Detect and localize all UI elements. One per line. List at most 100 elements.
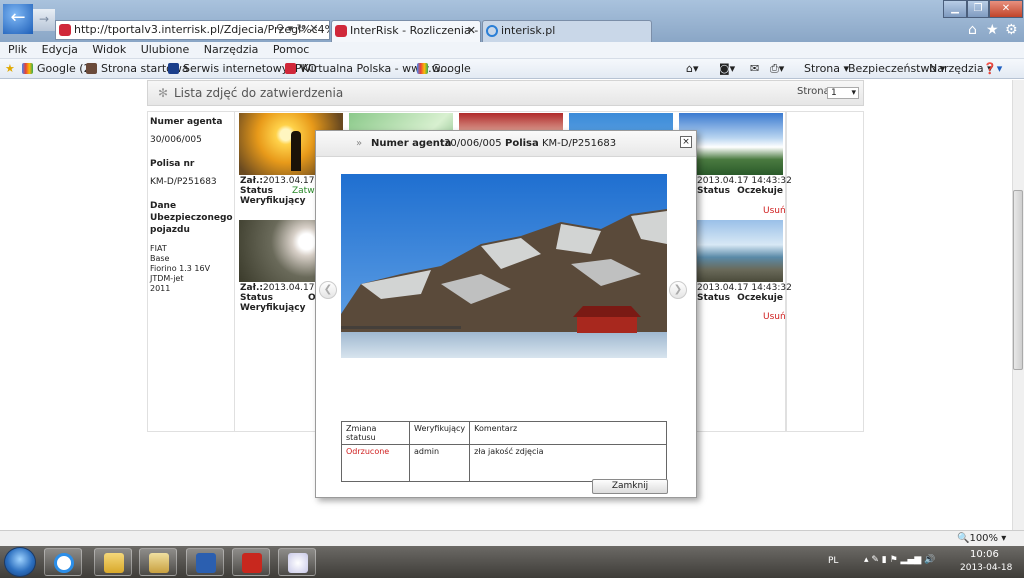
app-icon <box>149 553 169 573</box>
taskbar-word[interactable] <box>186 548 224 576</box>
agent-value: 30/006/005 <box>150 135 202 145</box>
dialog-close-icon[interactable]: × <box>680 136 692 148</box>
dialog-policy-label: Polisa <box>505 138 539 149</box>
menu-widok[interactable]: Widok <box>92 43 126 56</box>
page-header: ✻ Lista zdjęć do zatwierdzenia <box>147 80 864 106</box>
clock-date[interactable]: 2013-04-18 <box>960 563 1012 573</box>
back-button[interactable]: ← <box>3 4 33 34</box>
home-icon[interactable]: ⌂ <box>968 22 977 38</box>
language-indicator[interactable]: PL <box>828 556 838 566</box>
taskbar-app-3[interactable] <box>139 548 177 576</box>
home-toolbar-icon[interactable]: ⌂▾ <box>686 59 699 78</box>
menu-ulubione[interactable]: Ulubione <box>141 43 190 56</box>
google-icon <box>417 63 428 74</box>
browser-status-bar: 🔍100% ▾ <box>0 530 1024 546</box>
menu-pomoc[interactable]: Pomoc <box>273 43 309 56</box>
agent-label: Numer agenta <box>150 117 223 127</box>
site-favicon <box>59 24 71 36</box>
help-icon[interactable]: ❓▾ <box>983 59 1002 78</box>
photo-verifier: Weryfikujący <box>240 303 305 313</box>
pdf-icon <box>242 553 262 573</box>
delete-link[interactable]: Usuń <box>763 312 786 322</box>
dialog-header: » Numer agenta 30/006/005 Polisa KM-D/P2… <box>316 131 696 157</box>
paint-icon <box>288 553 308 573</box>
tray-icons[interactable]: ▴ ✎ ▮ ⚑ ▂▄▆ 🔊 <box>864 555 935 565</box>
delete-link[interactable]: Usuń <box>763 206 786 216</box>
status-label: Status <box>697 186 730 196</box>
double-chevron-icon: » <box>356 138 363 149</box>
pager-select[interactable]: 1 ▾ <box>827 87 859 99</box>
favorites-bar: ★ Google (2) Strona startowa Serwis inte… <box>0 59 1024 79</box>
next-photo-arrow[interactable]: ❯ <box>669 281 687 299</box>
menu-bar: Plik Edycja Widok Ulubione Narzędzia Pom… <box>0 42 1024 59</box>
taskbar-explorer[interactable] <box>94 548 132 576</box>
tab-interrisk[interactable]: InterRisk - Rozliczenia - Zdj... ✕ <box>331 20 481 42</box>
dialog-agent-value: 30/006/005 <box>444 138 502 149</box>
taskbar-ie[interactable] <box>44 548 82 576</box>
label: Strona <box>804 62 841 75</box>
tab-interisk[interactable]: interisk.pl <box>482 20 652 42</box>
interrisk-tab-icon <box>335 25 347 37</box>
print-icon[interactable]: ⎙▾ <box>770 59 784 78</box>
zal-label: Zał.: <box>240 283 263 293</box>
address-actions[interactable]: ⚲ ▾ ↻ ✕ <box>276 22 319 35</box>
start-button[interactable] <box>4 547 36 577</box>
photo-status-line: Status Oczekuje <box>697 186 783 196</box>
agent-info-panel: Numer agenta 30/006/005 Polisa nr KM-D/P… <box>147 111 235 432</box>
vehicle-label: Dane Ubezpieczonego pojazdu <box>150 201 233 235</box>
gear-icon[interactable]: ⚙ <box>1005 22 1018 38</box>
favorites-star-icon[interactable]: ★ <box>986 22 999 38</box>
rss-icon[interactable]: ◙▾ <box>719 59 735 78</box>
zoom-control[interactable]: 🔍100% ▾ <box>957 531 1006 546</box>
mail-icon[interactable]: ✉ <box>750 59 759 78</box>
vehicle-details: FIAT Base Fiorino 1.3 16V JTDM-jet 2011 <box>150 244 232 294</box>
previous-photo-arrow[interactable]: ❮ <box>319 281 337 299</box>
system-tray: PL ▴ ✎ ▮ ⚑ ▂▄▆ 🔊 10:06 2013-04-18 <box>824 546 1024 578</box>
fav-label: Google <box>432 62 471 75</box>
vehicle-make: FIAT <box>150 244 167 253</box>
vehicle-version: Base <box>150 254 170 263</box>
zoom-level: 100% <box>969 533 999 544</box>
fav-icon <box>86 63 97 74</box>
photo-date: 2013.04.17 14:43:32 <box>697 283 792 293</box>
status-value: Oczekuje <box>737 293 783 303</box>
folder-icon <box>104 553 124 573</box>
taskbar-acrobat[interactable] <box>232 548 270 576</box>
landscape-photo <box>341 174 667 358</box>
dialog-agent-label: Numer agenta <box>371 138 452 149</box>
status-label: Status <box>697 293 730 303</box>
dialog-policy-value: KM-D/P251683 <box>542 138 617 149</box>
header-star-icon: ✻ <box>158 86 169 100</box>
status-cell: Odrzucone <box>341 444 410 482</box>
clock-time[interactable]: 10:06 <box>970 549 999 560</box>
forward-button[interactable]: → <box>33 9 55 31</box>
menu-edycja[interactable]: Edycja <box>42 43 78 56</box>
scrollbar-thumb[interactable] <box>1013 190 1023 370</box>
fav-icon <box>168 63 179 74</box>
col-header-verifier: Weryfikujący <box>408 421 471 445</box>
tab-label: InterRisk - Rozliczenia - Zdj... <box>350 24 480 37</box>
taskbar-paint[interactable] <box>278 548 316 576</box>
right-column <box>786 111 864 432</box>
fav-google[interactable]: Google (2) <box>22 59 95 78</box>
label: Narzędzia <box>929 62 984 75</box>
close-dialog-button[interactable]: Zamknij <box>592 479 668 494</box>
favorites-add-icon[interactable]: ★ <box>5 59 15 78</box>
minimize-button[interactable]: ▁ <box>943 0 967 18</box>
maximize-button[interactable]: ❐ <box>967 0 989 18</box>
photo-status-line: Status Oczekuje <box>697 293 783 303</box>
ie-icon <box>54 553 74 573</box>
tab-label: interisk.pl <box>501 24 556 37</box>
fav-google-2[interactable]: Google <box>417 59 471 78</box>
menu-strona[interactable]: Strona ▾ <box>804 59 849 78</box>
window-close-button[interactable]: ✕ <box>989 0 1023 18</box>
menu-plik[interactable]: Plik <box>8 43 27 56</box>
chevron-down-icon: ▾ <box>851 88 856 98</box>
status-value: Zatwi <box>292 186 318 196</box>
pager-value: 1 <box>831 88 837 98</box>
tab-close-icon[interactable]: ✕ <box>467 21 476 41</box>
menu-narzedzia[interactable]: Narzędzia <box>204 43 259 56</box>
ie-tab-icon <box>486 25 498 37</box>
pager-label: Strona <box>797 86 830 97</box>
vehicle-year: 2011 <box>150 284 171 293</box>
